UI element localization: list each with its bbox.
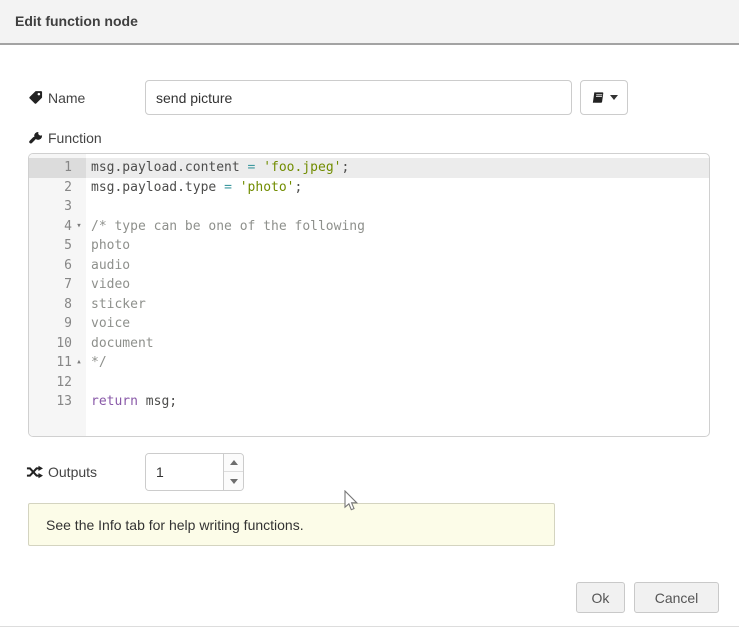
arrow-down-icon (230, 479, 238, 484)
editor-gutter: 1234▾567891011▴1213 (29, 154, 86, 436)
code-line[interactable]: document (86, 334, 709, 354)
code-line[interactable]: */ (86, 353, 709, 373)
tag-icon (28, 90, 43, 105)
library-button[interactable] (580, 80, 628, 115)
fold-open-icon[interactable]: ▾ (73, 217, 85, 237)
outputs-input[interactable] (146, 454, 224, 490)
gutter-line-number: 2 (29, 178, 86, 198)
gutter-line-number: 9 (29, 314, 86, 334)
code-token-string: 'photo' (240, 180, 295, 195)
dialog-header: Edit function node (0, 0, 739, 45)
fold-close-icon[interactable]: ▴ (73, 353, 85, 373)
code-token-plain: msg; (138, 394, 177, 409)
cancel-button[interactable]: Cancel (634, 582, 719, 613)
code-token-plain: ; (295, 180, 303, 195)
code-token-comment: /* type can be one of the following (91, 219, 365, 234)
function-label-text: Function (48, 130, 102, 146)
code-token-comment: sticker (91, 297, 146, 312)
code-token-comment: video (91, 277, 130, 292)
outputs-label: Outputs (26, 462, 97, 482)
form-tip-text: See the Info tab for help writing functi… (46, 517, 304, 533)
book-icon (591, 91, 605, 105)
code-line[interactable]: photo (86, 236, 709, 256)
outputs-spinner (145, 453, 244, 491)
dialog-bottom-border (0, 626, 739, 627)
wrench-icon (28, 131, 43, 146)
spinner-down-button[interactable] (224, 472, 243, 490)
gutter-line-number: 10 (29, 334, 86, 354)
function-label: Function (28, 130, 102, 146)
name-input[interactable] (145, 80, 572, 115)
name-label-text: Name (48, 90, 85, 106)
code-token-comment: document (91, 336, 154, 351)
spinner-buttons (223, 454, 243, 490)
code-token-plain (232, 180, 240, 195)
outputs-label-text: Outputs (48, 464, 97, 480)
code-token-plain: msg.payload.content (91, 160, 248, 175)
gutter-line-number: 12 (29, 373, 86, 393)
code-line[interactable] (86, 197, 709, 217)
code-token-comment: voice (91, 316, 130, 331)
code-line[interactable]: msg.payload.type = 'photo'; (86, 178, 709, 198)
code-token-comment: photo (91, 238, 130, 253)
code-line[interactable]: sticker (86, 295, 709, 315)
editor-code[interactable]: msg.payload.content = 'foo.jpeg';msg.pay… (86, 154, 709, 436)
edit-function-node-dialog: Edit function node Name Function (0, 0, 739, 630)
code-token-keyword: return (91, 394, 138, 409)
code-line[interactable]: /* type can be one of the following (86, 217, 709, 237)
dialog-title: Edit function node (15, 0, 138, 43)
ok-button[interactable]: Ok (576, 582, 625, 613)
gutter-line-number: 3 (29, 197, 86, 217)
code-token-string: 'foo.jpeg' (263, 160, 341, 175)
code-line[interactable]: audio (86, 256, 709, 276)
gutter-line-number: 11▴ (29, 353, 86, 373)
code-token-comment: audio (91, 258, 130, 273)
code-line[interactable]: voice (86, 314, 709, 334)
code-line[interactable]: msg.payload.content = 'foo.jpeg'; (86, 158, 709, 178)
gutter-line-number: 4▾ (29, 217, 86, 237)
name-label: Name (28, 80, 85, 115)
code-token-plain: ; (341, 160, 349, 175)
arrow-up-icon (230, 460, 238, 465)
code-line[interactable] (86, 373, 709, 393)
caret-down-icon (610, 95, 618, 100)
gutter-line-number: 6 (29, 256, 86, 276)
spinner-up-button[interactable] (224, 454, 243, 472)
code-token-operator: = (224, 180, 232, 195)
form-tip: See the Info tab for help writing functi… (28, 503, 555, 546)
gutter-line-number: 13 (29, 392, 86, 412)
code-token-plain: msg.payload.type (91, 180, 224, 195)
shuffle-icon (26, 465, 43, 479)
gutter-line-number: 8 (29, 295, 86, 315)
code-token-comment: */ (91, 355, 107, 370)
gutter-line-number: 1 (29, 158, 86, 178)
function-code-editor[interactable]: 1234▾567891011▴1213 msg.payload.content … (28, 153, 710, 437)
gutter-line-number: 7 (29, 275, 86, 295)
code-line[interactable]: return msg; (86, 392, 709, 412)
code-line[interactable]: video (86, 275, 709, 295)
gutter-line-number: 5 (29, 236, 86, 256)
